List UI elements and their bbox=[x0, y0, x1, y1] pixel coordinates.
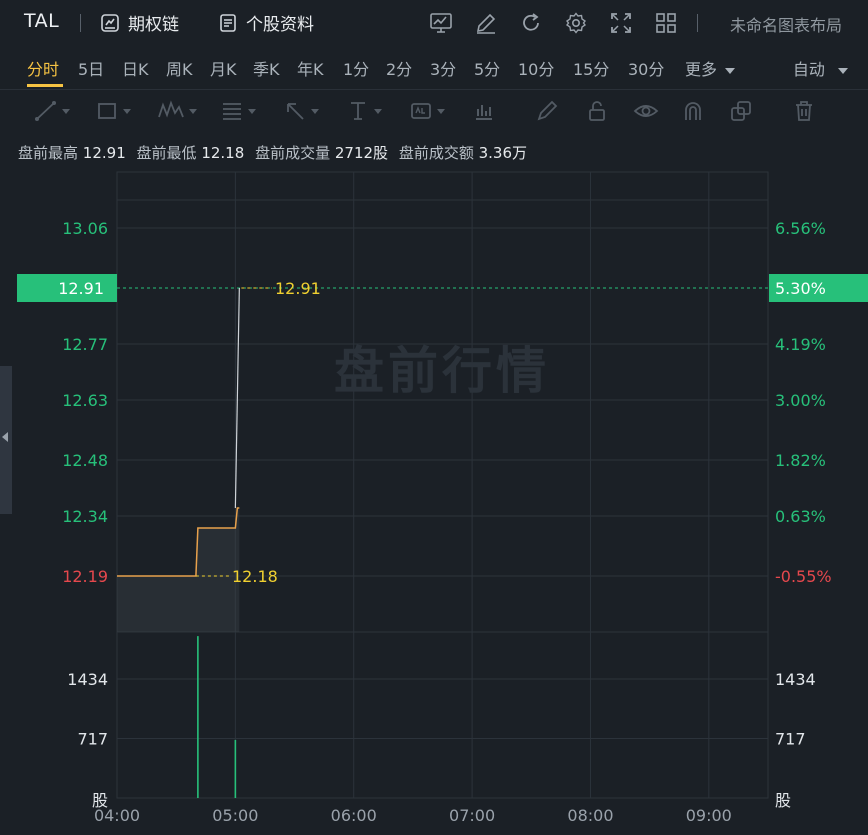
time-tick-label: 05:00 bbox=[212, 806, 258, 825]
side-panel-toggle[interactable] bbox=[0, 366, 12, 514]
percent-tick-label: -0.55% bbox=[775, 567, 832, 586]
current-percent-label: 5.30% bbox=[775, 279, 826, 298]
low-marker-label: 12.18 bbox=[232, 567, 278, 586]
average-price-line bbox=[234, 287, 240, 509]
volume-tick-label: 1434 bbox=[67, 670, 108, 689]
time-tick-label: 07:00 bbox=[449, 806, 495, 825]
intraday-chart[interactable]: 盘前行情 13.06 6.56% 12.77 4.19% 12.63 3.00% 12.48 1… bbox=[0, 0, 868, 835]
time-tick-label: 06:00 bbox=[331, 806, 377, 825]
price-tick-label: 12.34 bbox=[62, 507, 108, 526]
price-tick-label: 12.48 bbox=[62, 451, 108, 470]
high-marker-label: 12.91 bbox=[275, 279, 321, 298]
time-tick-label: 04:00 bbox=[94, 806, 140, 825]
time-tick-label: 09:00 bbox=[686, 806, 732, 825]
price-area bbox=[117, 508, 240, 632]
volume-tick-label: 1434 bbox=[775, 670, 816, 689]
price-tick-label: 12.19 bbox=[62, 567, 108, 586]
percent-tick-label: 1.82% bbox=[775, 451, 826, 470]
percent-tick-label: 6.56% bbox=[775, 219, 826, 238]
price-tick-label: 12.63 bbox=[62, 391, 108, 410]
volume-tick-label: 717 bbox=[775, 729, 806, 748]
price-tick-label: 12.77 bbox=[62, 335, 108, 354]
time-tick-label: 08:00 bbox=[567, 806, 613, 825]
percent-tick-label: 4.19% bbox=[775, 335, 826, 354]
chevron-left-icon bbox=[2, 432, 8, 442]
percent-tick-label: 0.63% bbox=[775, 507, 826, 526]
price-tick-label: 13.06 bbox=[62, 219, 108, 238]
plot-frame bbox=[116, 171, 769, 799]
percent-tick-label: 3.00% bbox=[775, 391, 826, 410]
volume-unit-label: 股 bbox=[775, 791, 791, 810]
current-price-label: 12.91 bbox=[58, 279, 104, 298]
chart-watermark: 盘前行情 bbox=[334, 342, 550, 400]
volume-tick-label: 717 bbox=[77, 729, 108, 748]
